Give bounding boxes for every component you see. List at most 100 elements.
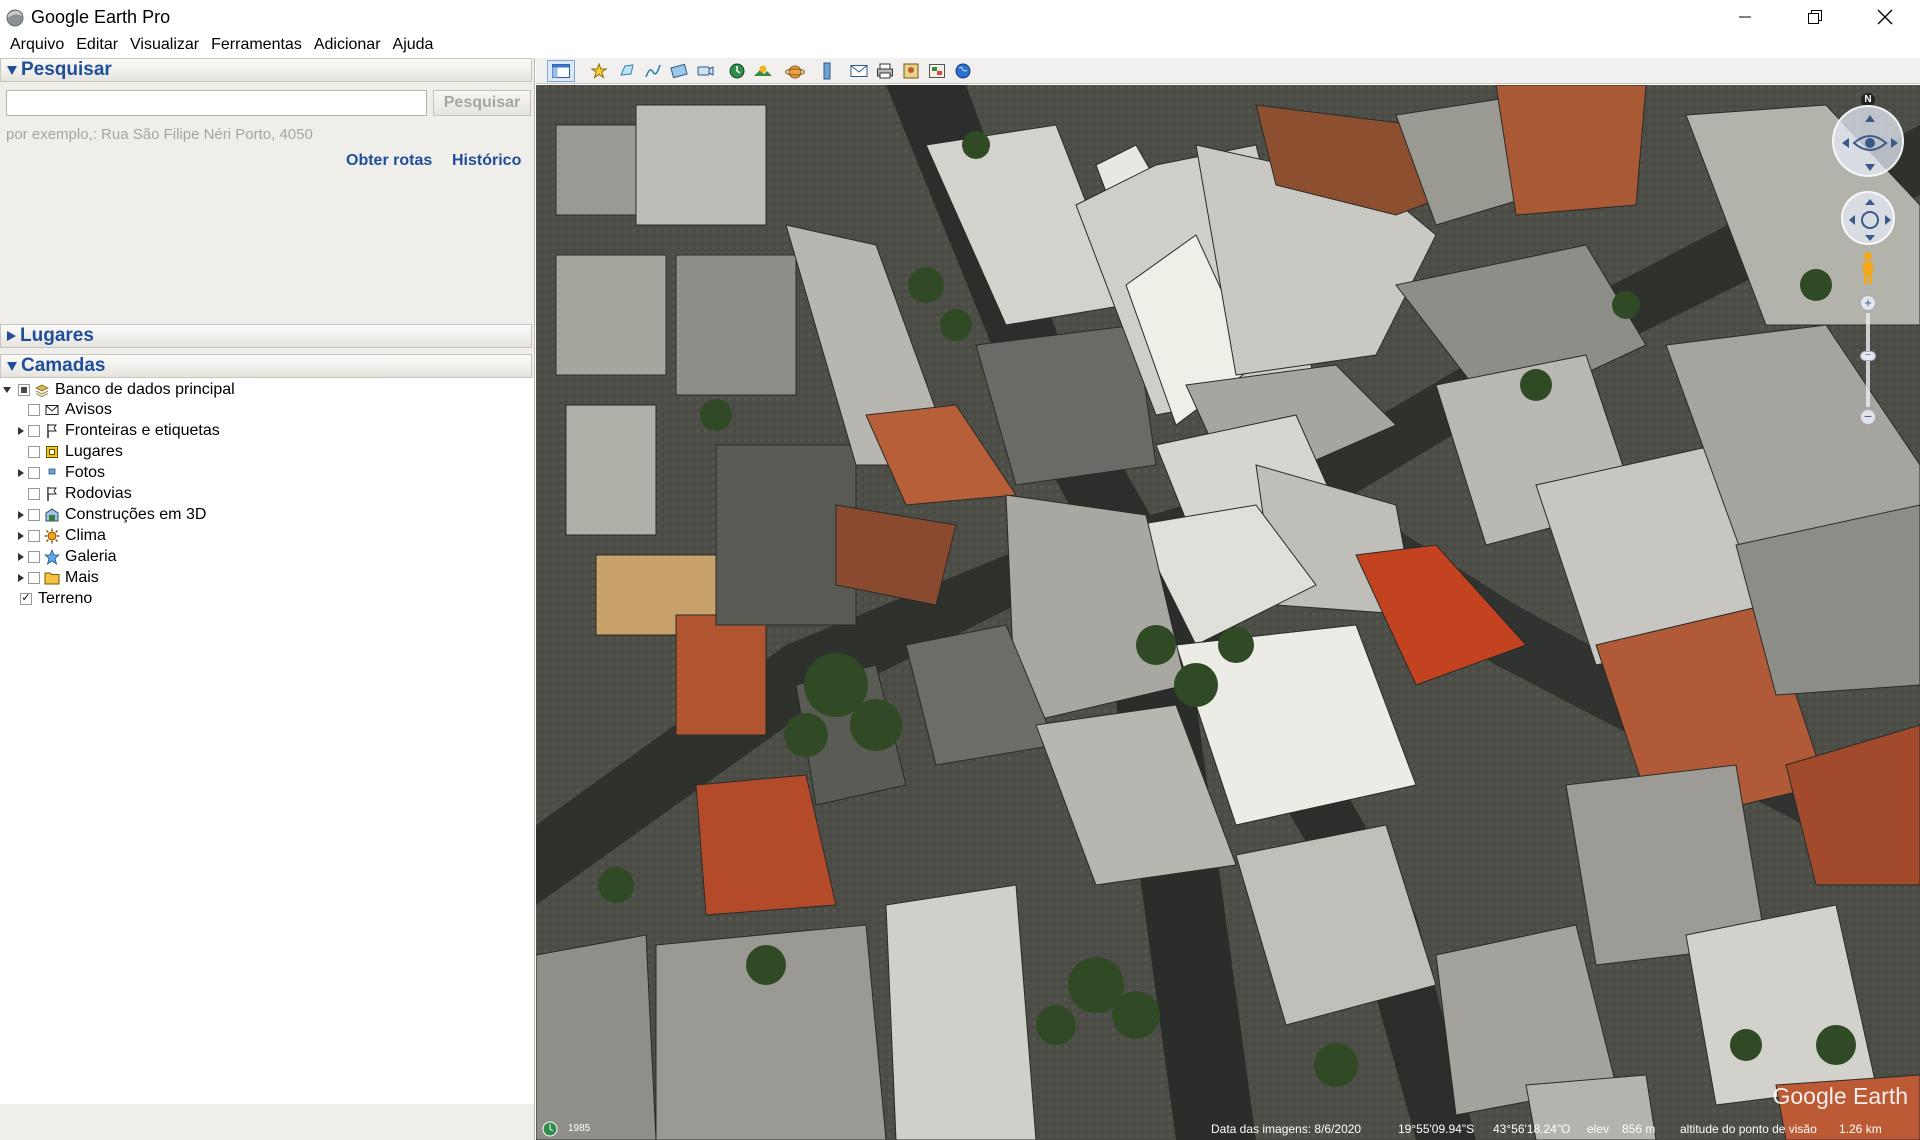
layer-checkbox[interactable] <box>28 488 40 500</box>
layer-checkbox[interactable] <box>28 572 40 584</box>
imagery-year[interactable]: 1985 <box>568 1123 590 1134</box>
photo-icon <box>44 465 60 481</box>
layer-row-fotos[interactable]: Fotos <box>14 463 105 483</box>
expanded-arrow-icon <box>3 387 11 393</box>
add-placemark-button[interactable] <box>587 60 611 82</box>
layer-row-mais[interactable]: Mais <box>14 568 99 588</box>
satellite-imagery[interactable] <box>536 85 1920 1140</box>
add-path-button[interactable] <box>641 60 665 82</box>
search-input[interactable] <box>6 90 427 116</box>
star-icon <box>44 549 60 565</box>
window-title: Google Earth Pro <box>31 7 171 27</box>
map-view[interactable]: N + − − Google Earth 1985 Data das image… <box>536 85 1920 1140</box>
layer-checkbox[interactable] <box>28 551 40 563</box>
layer-row-clima[interactable]: Clima <box>14 526 106 546</box>
layers-panel-header[interactable]: Camadas <box>0 354 532 378</box>
layer-label: Clima <box>65 527 106 544</box>
tree-expander[interactable] <box>14 505 28 525</box>
collapse-arrow-icon <box>7 361 17 371</box>
layer-label: Lugares <box>65 443 123 460</box>
eye-icon <box>1842 115 1898 171</box>
history-link[interactable]: Histórico <box>452 152 521 170</box>
collapsed-arrow-icon <box>18 574 24 582</box>
menu-ferramentas[interactable]: Ferramentas <box>205 34 308 58</box>
layer-label: Terreno <box>38 590 93 607</box>
place-square-icon <box>44 444 60 460</box>
view-in-maps-button[interactable] <box>925 60 949 82</box>
menu-editar[interactable]: Editar <box>70 34 124 58</box>
historical-imagery-icon <box>729 63 745 79</box>
earth-view-icon <box>955 63 971 79</box>
layer-checkbox[interactable] <box>18 384 30 396</box>
close-button[interactable] <box>1850 0 1920 34</box>
zoom-thumb[interactable]: − <box>1860 351 1876 361</box>
layer-checkbox[interactable] <box>28 509 40 521</box>
collapse-arrow-icon <box>7 65 17 75</box>
sunlight-button[interactable] <box>751 60 775 82</box>
layer-checkbox[interactable] <box>28 425 40 437</box>
zoom-out-button[interactable]: − <box>1860 409 1876 425</box>
layers-tree: Banco de dados principal Avisos Fronteir… <box>0 378 534 1104</box>
terrain-checkbox[interactable]: ✓ <box>20 593 32 605</box>
print-button[interactable] <box>873 60 897 82</box>
layer-label: Avisos <box>65 401 112 418</box>
sun-icon <box>44 528 60 544</box>
email-button[interactable] <box>847 60 871 82</box>
street-view-pegman-button[interactable] <box>1860 251 1876 285</box>
road-icon <box>44 486 60 502</box>
menu-visualizar[interactable]: Visualizar <box>124 34 205 58</box>
google-globe-icon <box>542 1121 558 1140</box>
tree-expander[interactable] <box>14 526 28 546</box>
zoom-in-button[interactable]: + <box>1860 295 1876 311</box>
move-control[interactable] <box>1841 191 1895 245</box>
tree-expander[interactable] <box>0 380 14 400</box>
layer-row-galeria[interactable]: Galeria <box>14 547 117 567</box>
save-image-button[interactable] <box>899 60 923 82</box>
add-polygon-button[interactable] <box>615 60 639 82</box>
record-tour-button[interactable] <box>693 60 717 82</box>
minimize-button[interactable] <box>1710 0 1780 34</box>
layer-row-construcoes-3d[interactable]: Construções em 3D <box>14 505 206 525</box>
ruler-button[interactable] <box>815 60 839 82</box>
earth-view-button[interactable] <box>951 60 975 82</box>
search-panel: Pesquisar por exemplo,: Rua São Filipe N… <box>0 82 532 320</box>
layer-checkbox[interactable] <box>28 446 40 458</box>
sidebar-toggle-button[interactable] <box>547 60 575 82</box>
pegman-icon <box>1863 252 1873 284</box>
layer-checkbox[interactable] <box>28 530 40 542</box>
places-panel-header[interactable]: Lugares <box>0 324 532 348</box>
switch-planet-button[interactable] <box>783 60 807 82</box>
layer-checkbox[interactable] <box>28 404 40 416</box>
tree-expander[interactable] <box>14 421 28 441</box>
get-directions-link[interactable]: Obter rotas <box>346 152 432 170</box>
google-earth-app-icon <box>6 9 24 27</box>
layer-row-fronteiras[interactable]: Fronteiras e etiquetas <box>14 421 220 441</box>
search-panel-header[interactable]: Pesquisar <box>0 58 532 82</box>
layer-row-terreno[interactable]: ✓ Terreno <box>20 589 92 609</box>
layer-row-lugares[interactable]: Lugares <box>14 442 123 462</box>
tree-expander[interactable] <box>14 463 28 483</box>
layer-checkbox[interactable] <box>28 467 40 479</box>
restore-button[interactable] <box>1780 0 1850 34</box>
menu-arquivo[interactable]: Arquivo <box>4 34 70 58</box>
historical-imagery-button[interactable] <box>725 60 749 82</box>
layer-root-row[interactable]: Banco de dados principal <box>0 380 235 400</box>
tree-expander[interactable] <box>14 568 28 588</box>
collapsed-arrow-icon <box>18 553 24 561</box>
menu-adicionar[interactable]: Adicionar <box>308 34 387 58</box>
layer-row-rodovias[interactable]: Rodovias <box>14 484 132 504</box>
layer-row-avisos[interactable]: Avisos <box>14 400 112 420</box>
layer-label: Banco de dados principal <box>55 381 235 398</box>
add-image-overlay-button[interactable] <box>667 60 691 82</box>
folder-icon <box>44 570 60 586</box>
search-button[interactable]: Pesquisar <box>433 90 531 116</box>
layer-label: Fotos <box>65 464 106 481</box>
menu-ajuda[interactable]: Ajuda <box>387 34 440 58</box>
tree-expander[interactable] <box>14 547 28 567</box>
zoom-slider[interactable]: + − − <box>1860 295 1876 425</box>
restore-icon <box>1808 10 1822 24</box>
look-around-control[interactable] <box>1832 105 1904 177</box>
navigation-controls: N + − − <box>1826 93 1916 433</box>
